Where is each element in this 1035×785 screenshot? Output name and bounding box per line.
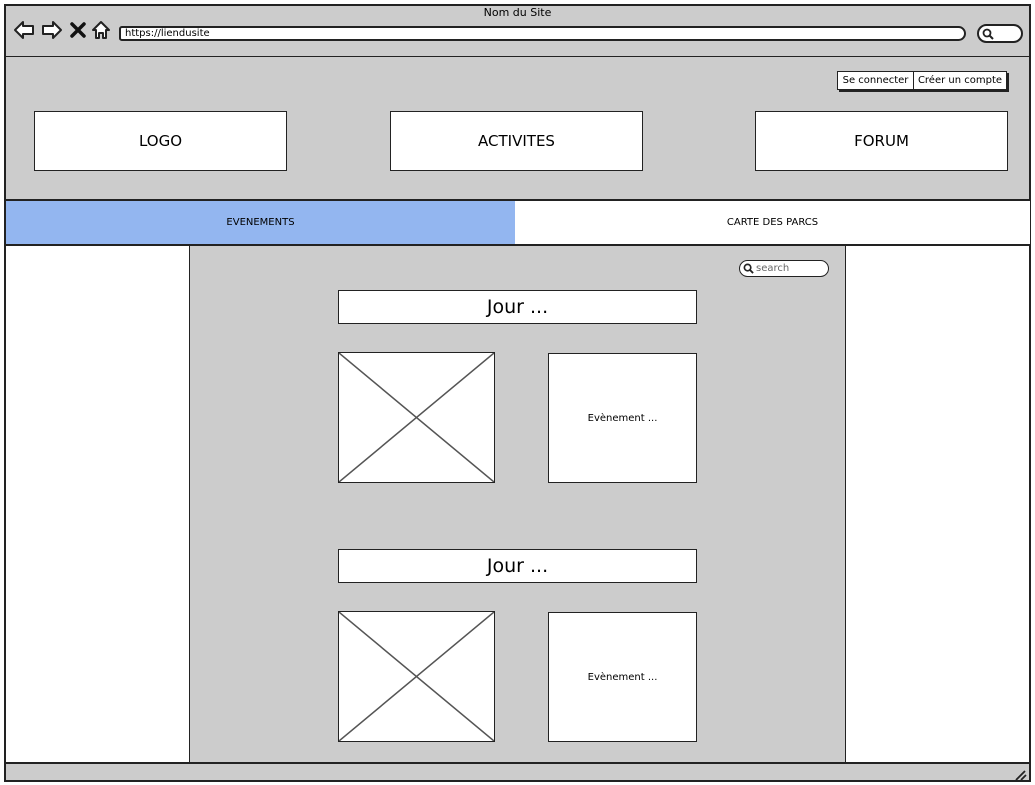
day-title: Jour ... <box>338 549 697 583</box>
event-card[interactable]: Evènement ... <box>548 612 697 742</box>
forum-link[interactable]: FORUM <box>755 111 1008 171</box>
tab-carte-des-parcs[interactable]: CARTE DES PARCS <box>515 199 1030 246</box>
image-placeholder <box>338 611 495 742</box>
resize-grip-icon[interactable] <box>1013 766 1027 781</box>
home-icon[interactable] <box>89 18 113 42</box>
logo[interactable]: LOGO <box>34 111 287 171</box>
login-button[interactable]: Se connecter <box>837 71 914 90</box>
signup-button[interactable]: Créer un compte <box>913 71 1007 90</box>
day-title: Jour ... <box>338 290 697 324</box>
url-bar[interactable]: https://liendusite <box>119 26 966 41</box>
tab-evenements[interactable]: EVENEMENTS <box>4 199 516 246</box>
search-placeholder: search <box>756 263 790 274</box>
forward-icon[interactable] <box>40 18 64 42</box>
event-card[interactable]: Evènement ... <box>548 353 697 483</box>
browser-search-button[interactable] <box>977 24 1023 43</box>
image-placeholder <box>338 352 495 483</box>
left-sidebar <box>4 246 190 762</box>
right-sidebar <box>846 246 1031 762</box>
activities-link[interactable]: ACTIVITES <box>390 111 643 171</box>
site-title: Nom du Site <box>483 6 552 19</box>
status-bar <box>4 762 1031 782</box>
search-icon <box>743 263 754 274</box>
search-input[interactable]: search <box>739 260 829 277</box>
search-icon <box>982 28 994 40</box>
back-icon[interactable] <box>12 18 36 42</box>
close-icon[interactable] <box>66 18 90 42</box>
